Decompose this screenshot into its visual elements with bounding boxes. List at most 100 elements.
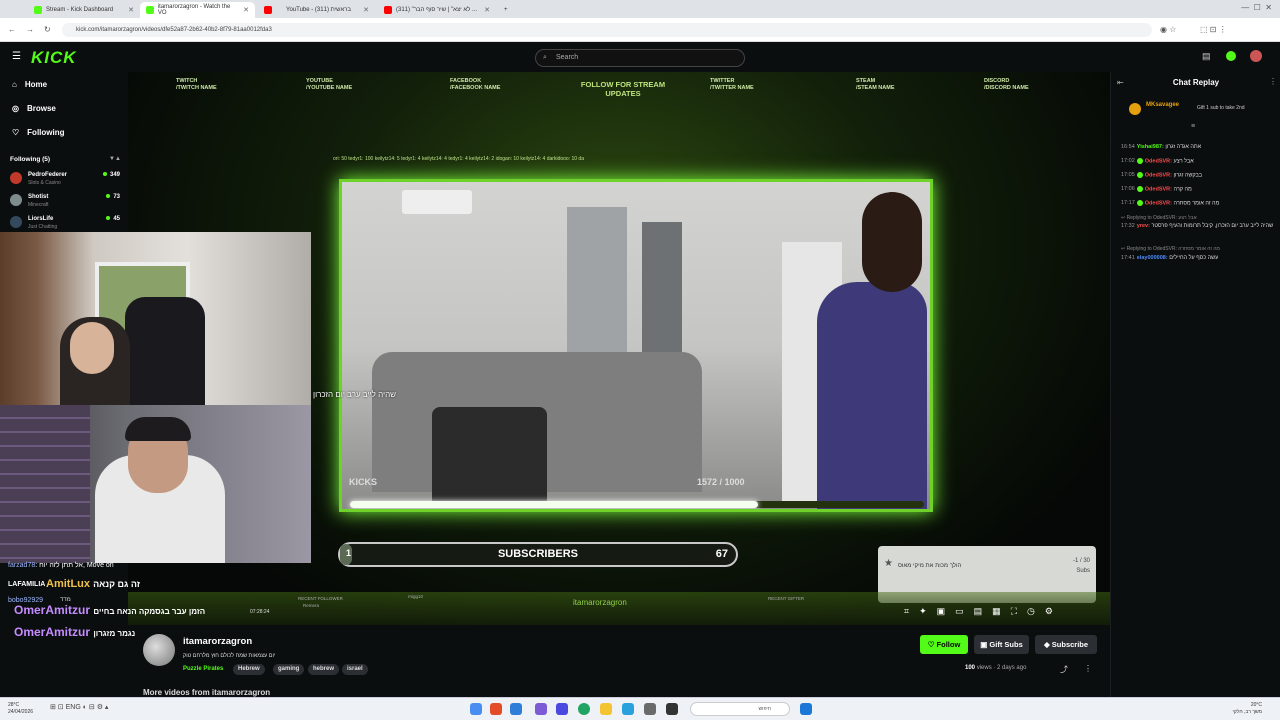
share-icon[interactable]: ⤴ — [1060, 664, 1068, 675]
sidebar-item-following[interactable]: ♡ Following — [12, 128, 65, 137]
app-icon[interactable] — [470, 703, 482, 715]
kick-logo[interactable]: KICK — [31, 48, 77, 68]
captions-icon[interactable]: ▦ — [992, 606, 1001, 620]
gift-subs-button[interactable]: ▣ Gift Subs — [974, 635, 1029, 654]
kicks-goal-value: 1572 / 1000 — [697, 477, 745, 487]
sub-badge-icon — [1136, 186, 1143, 192]
kick-coin-icon[interactable] — [1226, 51, 1236, 61]
reply-context: ↩ Replying to OdedSVR: אבל רצע — [1121, 215, 1197, 221]
close-icon[interactable]: ✕ — [128, 6, 134, 14]
extensions-icon[interactable]: ◉ ☆ — [1160, 25, 1176, 34]
kick-header: ☰ KICK ⌕ Search ▤ — [0, 42, 1280, 72]
sidebar: ⌂ Home ◎ Browse ♡ Following Following (5) ▼… — [0, 72, 128, 232]
tag[interactable]: israel — [342, 664, 368, 675]
sparkle-icon[interactable]: ✦ — [919, 606, 927, 620]
overlay-caption: שהיה לייב ערב יום הזכרון — [313, 390, 396, 399]
app-icon[interactable] — [666, 703, 678, 715]
clip-icon[interactable]: ⌗ — [904, 606, 909, 620]
follow-button[interactable]: ♡ Follow — [920, 635, 968, 654]
browser-tab[interactable]: Stream - Kick Dashboard ✕ — [28, 2, 140, 18]
category-link[interactable]: Puzzle Pirates — [183, 666, 223, 672]
close-icon[interactable]: ✕ — [363, 6, 369, 14]
person — [817, 282, 927, 509]
more-icon[interactable]: ⋮ — [1084, 664, 1092, 673]
fullscreen-icon[interactable]: ⛶ — [1011, 606, 1017, 620]
window-controls[interactable]: — ☐ ✕ — [1241, 3, 1272, 12]
facecam-bottom — [0, 405, 311, 563]
chat-message: 17:41 elay000008: עשה כסף על החיילים — [1121, 255, 1219, 261]
back-icon[interactable]: ← — [8, 25, 16, 34]
close-icon[interactable]: ✕ — [484, 6, 490, 14]
star-icon: ◆ — [1043, 640, 1052, 649]
following-header: Following (5) — [10, 156, 51, 163]
menu-icon[interactable]: ☰ — [12, 51, 21, 62]
settings-gear-icon[interactable]: ⚙ — [1045, 606, 1053, 620]
chat-message: 17:17 OdedSVR: מה זה אומר מסחרה — [1121, 200, 1220, 207]
reply-context: ↩ Replying to OdedSVR: מה זה אומר מסחרה — [1121, 246, 1220, 252]
channel-name[interactable]: itamarorzagron — [183, 636, 252, 647]
social-steam: STEAM/STEAM NAME — [856, 78, 895, 91]
folder-icon[interactable] — [600, 703, 612, 715]
recent-gifter-label: RECENT GIFTER — [768, 596, 805, 601]
sub-goal-count: -1 / 30 Subs — [1072, 558, 1090, 574]
sidebar-item-browse[interactable]: ◎ Browse — [12, 104, 56, 113]
subscribers-label: SUBSCRIBERS — [497, 548, 579, 560]
windows-start-icon[interactable] — [800, 703, 812, 715]
app-icon[interactable] — [644, 703, 656, 715]
avatar[interactable] — [143, 634, 175, 666]
person-hair — [862, 192, 922, 292]
system-tray-icons[interactable]: ⊞ ⊡ ENG ◐ ⊟ ⚙ ▴ — [50, 703, 108, 711]
profile-icon[interactable]: ⬚ ⊡ ⋮ — [1200, 25, 1227, 34]
url-field[interactable]: kick.com/itamarorzagron/videos/dfe52a87-… — [62, 23, 1152, 37]
reload-icon[interactable]: ↻ — [44, 25, 51, 34]
kick-favicon-icon — [34, 6, 42, 14]
browser-tab-active[interactable]: itamarorzagron - Watch the VO ✕ — [140, 2, 255, 18]
kick-favicon-icon — [146, 6, 154, 14]
kicks-progress-fill — [350, 501, 758, 508]
more-icon[interactable]: ⋮ — [1269, 77, 1277, 86]
subscribe-button[interactable]: ◆ Subscribe — [1035, 635, 1097, 654]
taskbar-search[interactable]: חיפוש — [690, 702, 790, 716]
subscribers-goal: 67 — [715, 548, 728, 560]
app-icon[interactable] — [510, 703, 522, 715]
tag[interactable]: hebrew — [308, 664, 340, 675]
avatar — [10, 216, 22, 228]
speed-icon[interactable]: ◷ — [1027, 606, 1035, 620]
social-twitter: TWITTER/TWITTER NAME — [710, 78, 754, 91]
close-icon[interactable]: ✕ — [243, 6, 249, 14]
gaming-chair — [125, 297, 205, 405]
cast-icon[interactable]: ▤ — [974, 606, 983, 620]
browser-tab[interactable]: (311) "לא יצא" | שיר סוף הבר ... ✕ — [378, 2, 496, 18]
app-icon[interactable] — [556, 703, 568, 715]
browser-tab[interactable]: YouTube - בראשית (311) ✕ — [280, 2, 375, 18]
address-bar: ← → ↻ kick.com/itamarorzagron/videos/dfe… — [0, 18, 1280, 42]
avatar[interactable] — [1250, 50, 1262, 62]
expand-icon[interactable]: ≡ — [1191, 123, 1195, 130]
app-icon[interactable] — [490, 703, 502, 715]
inbox-icon[interactable]: ▤ — [1202, 51, 1211, 62]
app-icon[interactable] — [535, 703, 547, 715]
overlay-chat-user: LAFAMILIA — [8, 581, 46, 588]
chrome-icon[interactable] — [578, 703, 590, 715]
kicks-goal-label: KICKS — [349, 477, 378, 487]
youtube-favicon-icon — [264, 6, 272, 14]
sort-icon[interactable]: ▼▲ — [109, 156, 121, 162]
sub-badge-icon — [1136, 158, 1143, 164]
browser-tab-bar: Stream - Kick Dashboard ✕ itamarorzagron … — [0, 0, 1280, 18]
view-count: 100 views · 2 days ago — [965, 665, 1027, 671]
new-tab-button[interactable]: + — [498, 2, 512, 18]
sidebar-item-home[interactable]: ⌂ Home — [12, 80, 47, 89]
video-title: יום עצמאות שמח לכולם חוץ מלרחם טוק — [183, 653, 276, 659]
pinned-user: MKsavagee — [1146, 102, 1180, 108]
pip-icon[interactable]: ▣ — [937, 606, 946, 620]
forward-icon[interactable]: → — [26, 25, 34, 34]
browser-tab[interactable] — [258, 2, 278, 18]
tag[interactable]: gaming — [273, 664, 305, 675]
social-facebook: FACEBOOK/FACEBOOK NAME — [450, 78, 501, 91]
youtube-favicon-icon — [384, 6, 392, 14]
pinned-text: Gift 1 sub to take 2nd — [1197, 105, 1245, 111]
search-input[interactable]: ⌕ Search — [535, 49, 745, 67]
theater-icon[interactable]: ▭ — [955, 606, 964, 620]
app-icon[interactable] — [622, 703, 634, 715]
tag[interactable]: Hebrew — [233, 664, 265, 675]
